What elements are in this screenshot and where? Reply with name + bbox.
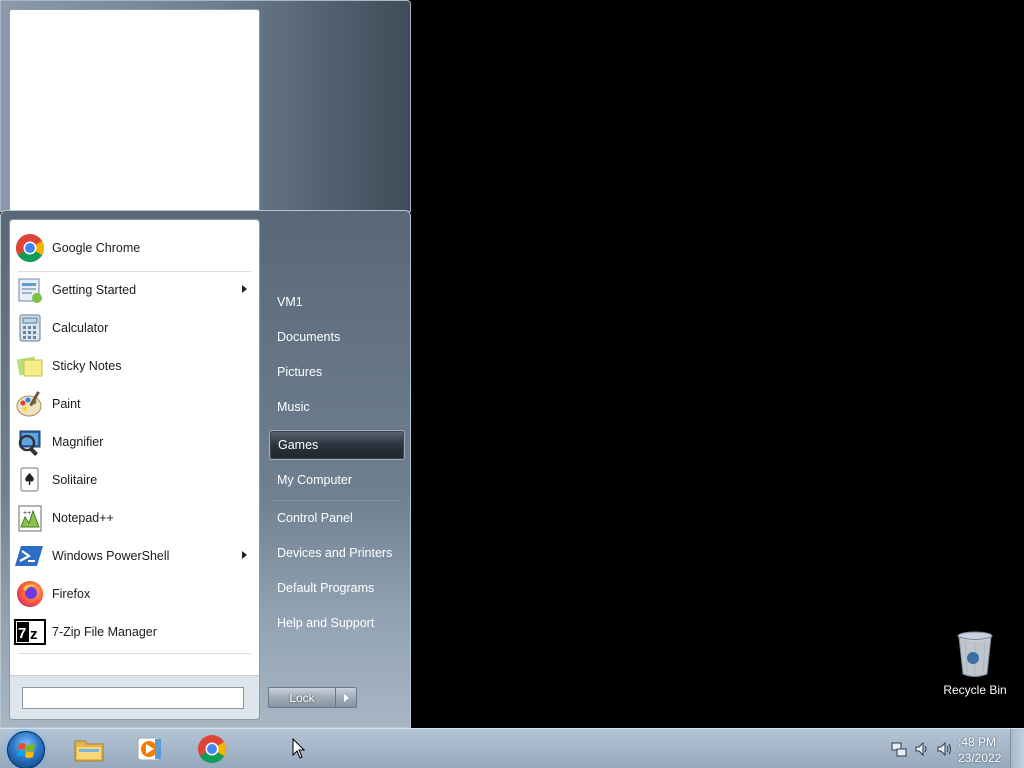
program-item-firefox[interactable]: Firefox <box>10 576 259 612</box>
chevron-right-icon <box>343 693 349 702</box>
divider <box>18 653 251 654</box>
program-label: Windows PowerShell <box>52 549 170 563</box>
taskbar-chrome-button[interactable] <box>189 731 235 767</box>
recycle-bin-label: Recycle Bin <box>943 683 1007 697</box>
windows-logo-icon <box>17 743 35 758</box>
program-label: Paint <box>52 397 81 411</box>
right-link-default-programs[interactable]: Default Programs <box>269 573 405 603</box>
shutdown-options-button[interactable] <box>335 687 357 708</box>
right-link-help-and-support[interactable]: Help and Support <box>269 608 405 638</box>
submenu-arrow-icon <box>242 285 247 293</box>
chrome-icon <box>14 232 46 264</box>
program-label: 7-Zip File Manager <box>52 625 157 639</box>
right-link-pictures[interactable]: Pictures <box>269 357 405 387</box>
mouse-cursor-icon <box>292 738 306 759</box>
notepad-plus-plus-icon: ++ <box>14 502 46 534</box>
right-link-my-computer[interactable]: My Computer <box>269 465 405 495</box>
right-link-music[interactable]: Music <box>269 392 405 422</box>
program-label: Sticky Notes <box>52 359 122 373</box>
program-item-google-chrome[interactable]: Google Chrome <box>10 230 259 266</box>
programs-pane: Google Chrome Getting Started Calculator <box>9 219 260 720</box>
search-input[interactable] <box>22 687 244 709</box>
program-item-solitaire[interactable]: Solitaire <box>10 462 259 498</box>
program-label: Calculator <box>52 321 109 335</box>
program-label: Magnifier <box>52 435 104 449</box>
taskbar-explorer-button[interactable] <box>66 731 112 767</box>
program-label: Notepad++ <box>52 511 114 525</box>
media-player-icon <box>137 737 161 761</box>
chrome-icon <box>198 735 226 763</box>
clock-date: 23/2022 <box>958 751 1002 765</box>
firefox-icon <box>14 578 46 610</box>
start-button[interactable] <box>7 731 45 768</box>
right-link-devices-and-printers[interactable]: Devices and Printers <box>269 538 405 568</box>
program-label: Solitaire <box>52 473 98 487</box>
program-item-paint[interactable]: Paint <box>10 386 259 422</box>
program-item-magnifier[interactable]: Magnifier <box>10 424 259 460</box>
solitaire-icon <box>14 464 46 496</box>
volume-icon[interactable] <box>936 741 952 757</box>
program-item-7-zip-file-manager[interactable]: 7z 7-Zip File Manager <box>10 614 259 650</box>
svg-text:z: z <box>30 626 38 643</box>
network-icon[interactable] <box>891 741 907 757</box>
clock[interactable]: :48 PM 23/2022 <box>958 734 1008 766</box>
program-item-notepad-plus-plus[interactable]: ++ Notepad++ <box>10 500 259 536</box>
speaker-icon[interactable] <box>914 741 930 757</box>
taskbar: :48 PM 23/2022 <box>0 728 1024 768</box>
program-label: Google Chrome <box>52 241 141 255</box>
program-label: Getting Started <box>52 283 137 297</box>
jump-list-panel <box>0 0 411 212</box>
paint-icon <box>14 388 46 420</box>
recycle-bin-shortcut[interactable]: Recycle Bin <box>940 630 1010 700</box>
program-item-getting-started[interactable]: Getting Started <box>10 272 259 308</box>
program-label: Firefox <box>52 587 91 601</box>
taskbar-media-player-button[interactable] <box>127 731 173 767</box>
recycle-bin-icon <box>957 631 993 677</box>
show-desktop-button[interactable] <box>1010 729 1024 768</box>
calculator-icon <box>14 312 46 344</box>
submenu-arrow-icon <box>242 551 247 559</box>
svg-text:++: ++ <box>23 510 31 517</box>
right-link-games[interactable]: Games <box>269 430 405 460</box>
jump-list-area <box>9 9 260 212</box>
seven-zip-icon: 7z <box>14 616 46 648</box>
right-link-control-panel[interactable]: Control Panel <box>269 503 405 533</box>
explorer-icon <box>74 740 104 762</box>
svg-text:7: 7 <box>18 625 26 642</box>
program-item-sticky-notes[interactable]: Sticky Notes <box>10 348 259 384</box>
search-area <box>10 675 259 719</box>
right-link-vm1[interactable]: VM1 <box>269 287 405 317</box>
clock-time: :48 PM <box>958 735 997 749</box>
lock-button[interactable]: Lock <box>268 687 336 708</box>
magnifier-icon <box>14 426 46 458</box>
right-link-documents[interactable]: Documents <box>269 322 405 352</box>
sticky-notes-icon <box>14 350 46 382</box>
getting-started-icon <box>14 274 46 306</box>
program-item-calculator[interactable]: Calculator <box>10 310 259 346</box>
program-item-windows-powershell[interactable]: Windows PowerShell <box>10 538 259 574</box>
start-menu: Google Chrome Getting Started Calculator <box>0 210 411 728</box>
divider <box>273 500 401 501</box>
powershell-icon <box>14 540 46 572</box>
